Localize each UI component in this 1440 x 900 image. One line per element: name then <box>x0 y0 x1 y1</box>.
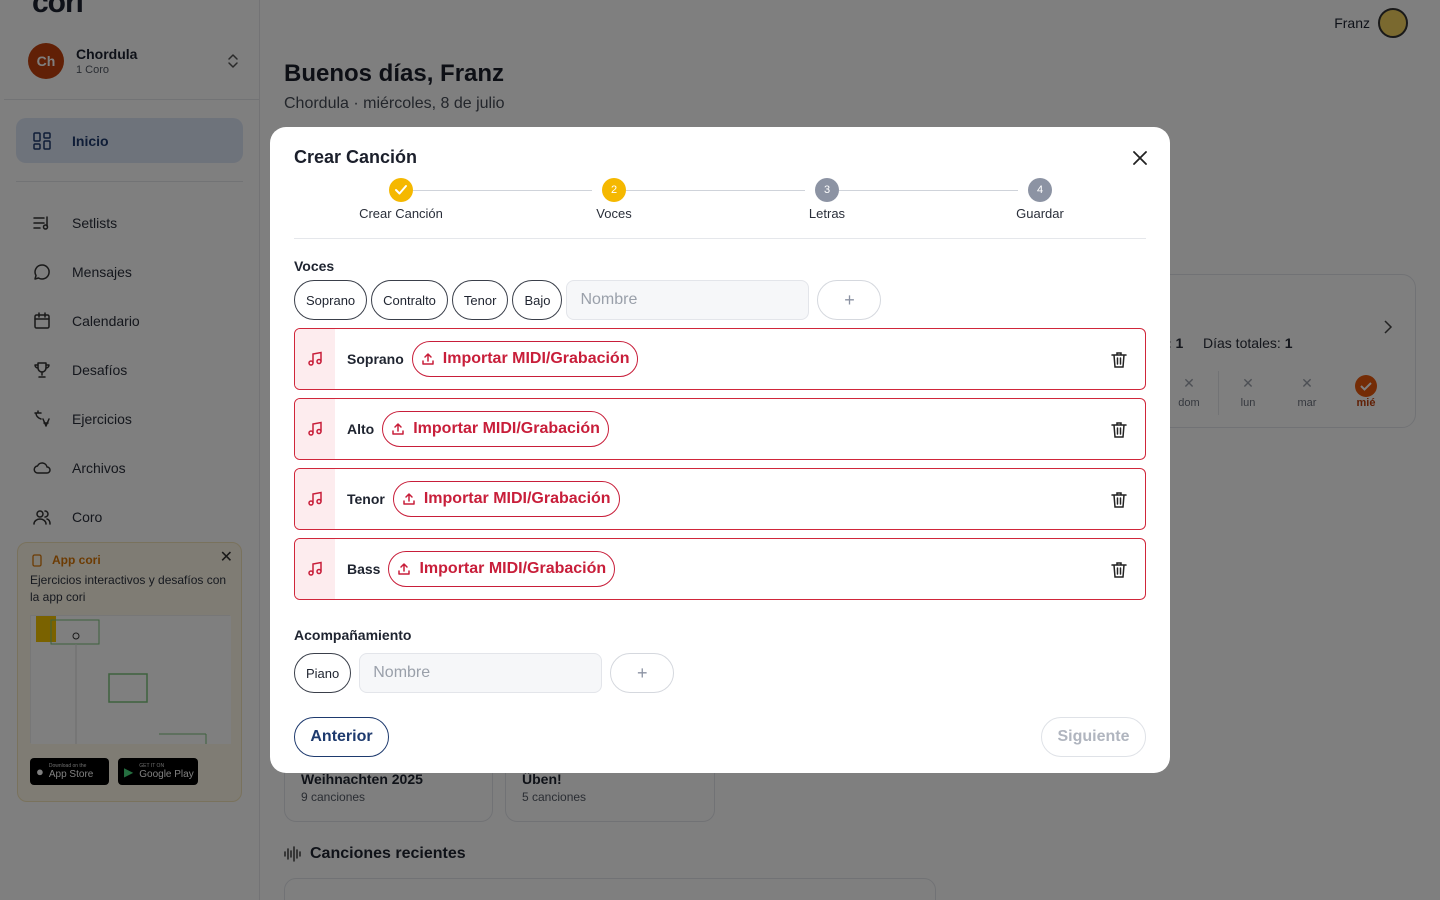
trash-icon[interactable] <box>1109 420 1129 440</box>
voice-row-soprano: Soprano Importar MIDI/Grabación <box>294 328 1146 390</box>
trash-icon[interactable] <box>1109 490 1129 510</box>
voice-name-input[interactable] <box>566 280 810 320</box>
divider <box>294 238 1146 239</box>
import-midi-button[interactable]: Importar MIDI/Grabación <box>388 551 616 587</box>
voice-chip-tenor[interactable]: Tenor <box>451 280 509 320</box>
voices-heading: Voces <box>294 258 335 274</box>
add-accompaniment-button[interactable]: + <box>610 653 675 693</box>
voice-chip-contralto[interactable]: Contralto <box>371 280 448 320</box>
create-song-dialog: Crear Canción Crear Canción 2 Voces 3 Le… <box>270 127 1170 773</box>
add-voice-button[interactable]: + <box>817 280 882 320</box>
import-label: Importar MIDI/Grabación <box>413 420 600 437</box>
accompaniment-chip-piano[interactable]: Piano <box>294 653 352 693</box>
voice-chip-bajo[interactable]: Bajo <box>512 280 563 320</box>
import-midi-button[interactable]: Importar MIDI/Grabación <box>392 481 620 517</box>
check-icon <box>389 178 413 202</box>
voice-name: Tenor <box>347 491 385 507</box>
voice-row-tenor: Tenor Importar MIDI/Grabación <box>294 468 1146 530</box>
accompaniment-heading: Acompañamiento <box>294 627 412 643</box>
trash-icon[interactable] <box>1109 350 1129 370</box>
next-button[interactable]: Siguiente <box>1041 717 1146 757</box>
step-voces[interactable]: 2 Voces <box>544 177 684 221</box>
import-midi-button[interactable]: Importar MIDI/Grabación <box>411 341 639 377</box>
import-midi-button[interactable]: Importar MIDI/Grabación <box>382 411 609 447</box>
upload-icon <box>397 562 411 576</box>
voice-name: Bass <box>347 561 381 577</box>
voice-name: Soprano <box>347 351 404 367</box>
step-crear-cancion[interactable]: Crear Canción <box>331 177 471 221</box>
upload-icon <box>402 492 416 506</box>
step-label: Crear Canción <box>359 206 443 221</box>
import-label: Importar MIDI/Grabación <box>442 350 630 367</box>
voice-row-alto: Alto Importar MIDI/Grabación <box>294 398 1146 460</box>
step-number: 2 <box>602 178 626 202</box>
step-label: Letras <box>808 206 846 221</box>
music-note-icon[interactable] <box>295 539 335 599</box>
step-label: Guardar <box>1016 206 1064 221</box>
voice-row-bass: Bass Importar MIDI/Grabación <box>294 538 1146 600</box>
voice-name: Alto <box>347 421 375 437</box>
close-icon[interactable] <box>1130 148 1150 168</box>
import-label: Importar MIDI/Grabación <box>419 560 607 577</box>
step-number: 4 <box>1028 178 1052 202</box>
trash-icon[interactable] <box>1109 560 1129 580</box>
import-label: Importar MIDI/Grabación <box>423 490 611 507</box>
voice-presets: Soprano Contralto Tenor Bajo + <box>294 280 882 320</box>
upload-icon <box>391 422 405 436</box>
stepper: Crear Canción 2 Voces 3 Letras 4 Guardar <box>294 177 1146 227</box>
previous-button[interactable]: Anterior <box>294 717 389 757</box>
music-note-icon[interactable] <box>295 399 335 459</box>
step-letras[interactable]: 3 Letras <box>757 177 897 221</box>
step-guardar[interactable]: 4 Guardar <box>970 177 1110 221</box>
upload-icon <box>421 352 435 366</box>
step-number: 3 <box>815 178 839 202</box>
music-note-icon[interactable] <box>295 469 335 529</box>
accompaniment-name-input[interactable] <box>359 653 603 693</box>
music-note-icon[interactable] <box>295 329 335 389</box>
step-label: Voces <box>596 206 632 221</box>
voice-chip-soprano[interactable]: Soprano <box>294 280 368 320</box>
dialog-title: Crear Canción <box>294 147 418 167</box>
accompaniment-presets: Piano + <box>294 653 675 693</box>
